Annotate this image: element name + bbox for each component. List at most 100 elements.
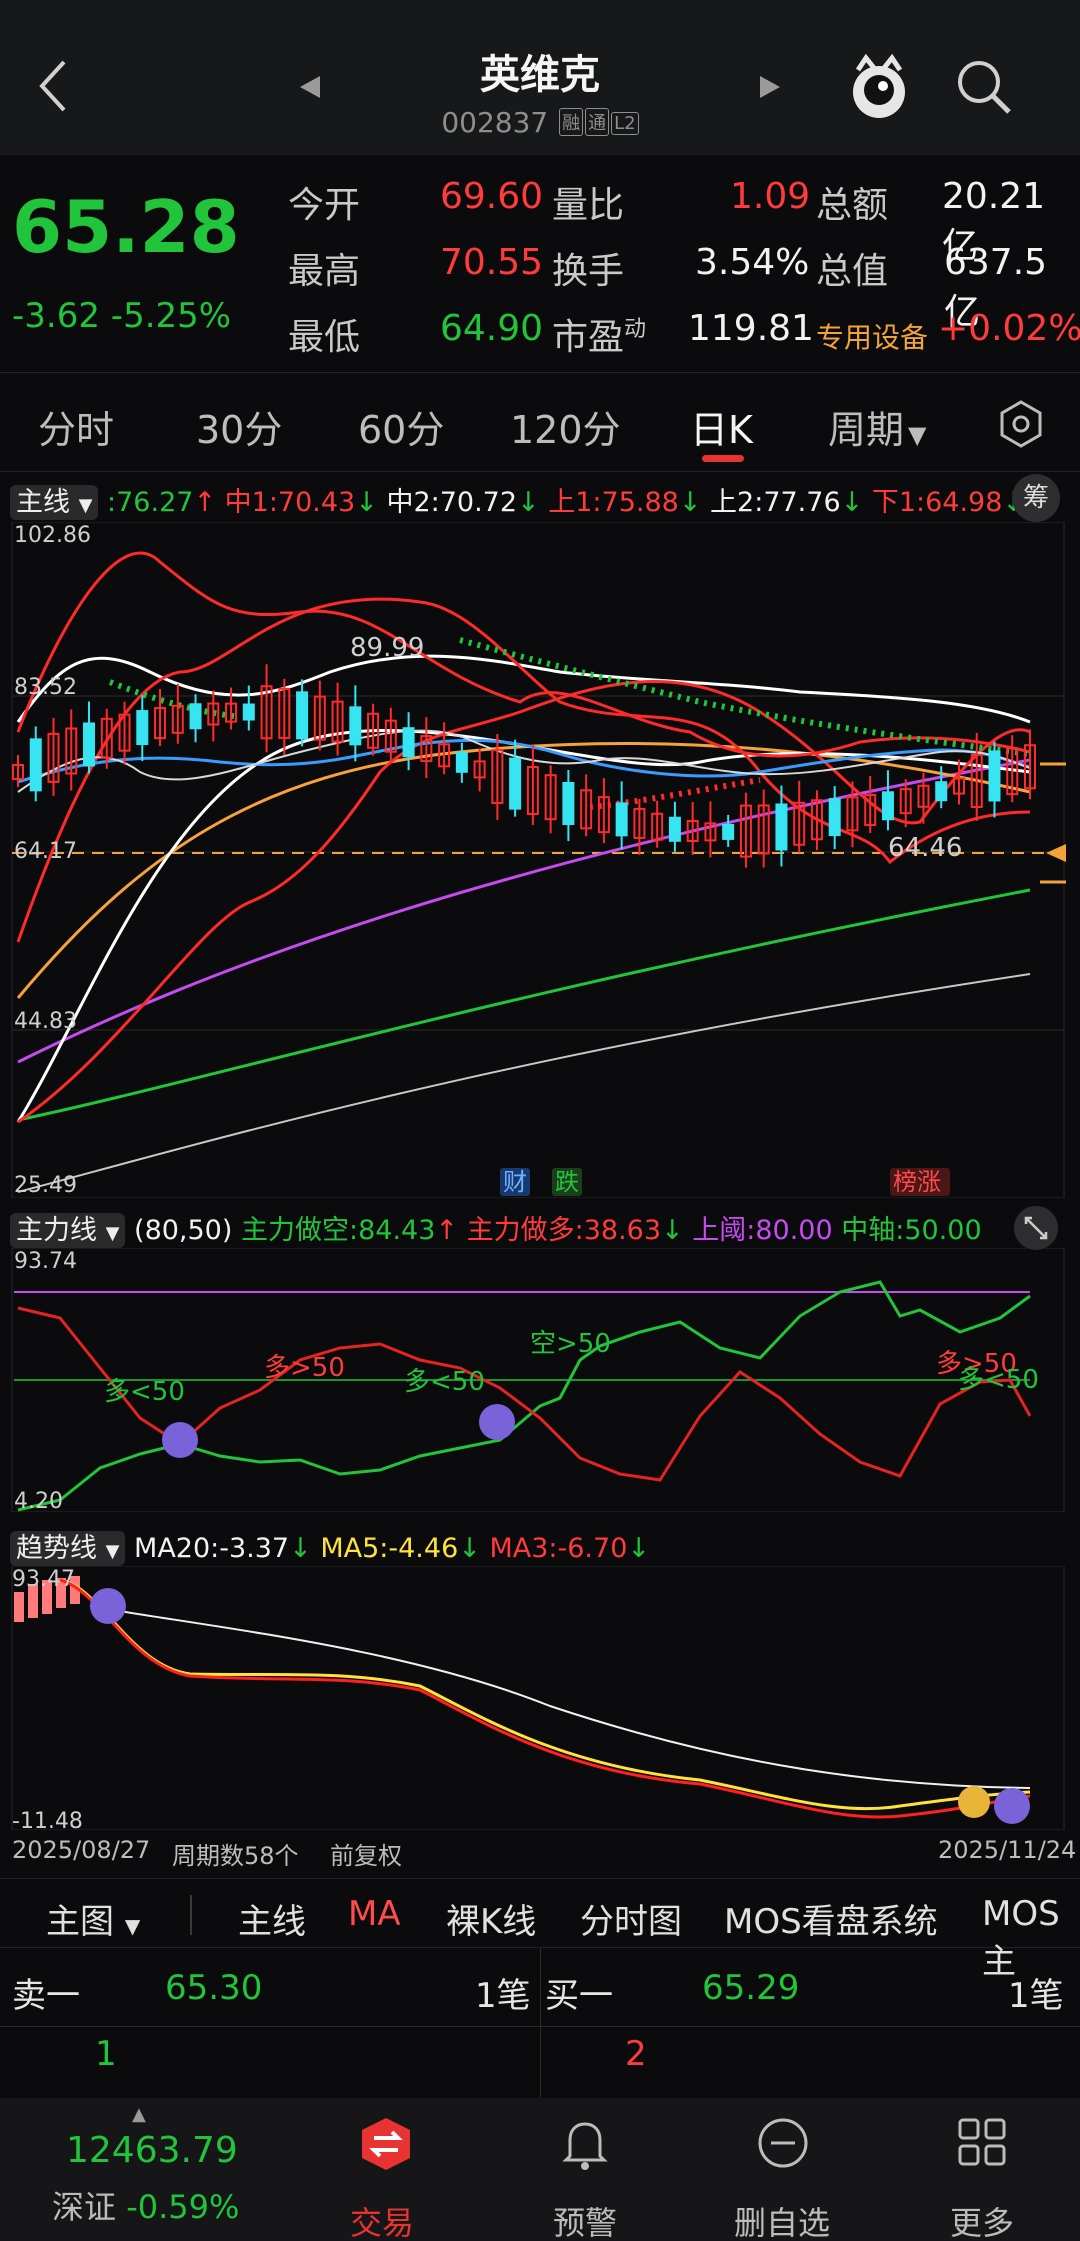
signal-label: 多<50: [104, 1377, 185, 1407]
candle-body: [509, 757, 522, 810]
nav-remove-watchlist[interactable]: 删自选: [734, 2198, 830, 2241]
candle-body: [615, 802, 628, 837]
sub1-params: (80,50): [134, 1215, 233, 1246]
more-icon[interactable]: [956, 2116, 1008, 2168]
trade-icon[interactable]: [360, 2116, 412, 2172]
tab-period[interactable]: 周期 ▼: [828, 399, 926, 454]
event-tag-finance: 财: [503, 1168, 527, 1196]
tab-120min[interactable]: 120分: [510, 399, 621, 454]
label-market-cap: 总值: [816, 251, 889, 292]
order-book: 卖一 65.30 1笔 1 买一 65.29 1笔 2: [0, 1948, 1080, 2098]
price-change: -3.62 -5.25%: [12, 296, 231, 336]
signal-trail-green: [459, 637, 1031, 757]
stock-code: 002837: [441, 106, 549, 139]
nav-more[interactable]: 更多: [950, 2198, 1014, 2241]
sub2-ma5: MA5:-4.46↓: [320, 1533, 481, 1564]
high-price-marker: 89.99: [350, 633, 424, 663]
candle-body: [722, 823, 735, 840]
tab-ma[interactable]: MA: [348, 1894, 401, 1934]
tag-l2: L2: [611, 112, 639, 135]
label-high: 最高: [288, 251, 361, 292]
buy1-price: 65.29: [702, 1968, 800, 2008]
tab-mos-system[interactable]: MOS看盘系统: [724, 1894, 938, 1943]
bell-icon[interactable]: [560, 2116, 610, 2172]
value-volume-ratio: 1.09: [730, 176, 811, 217]
label-turnover-amount: 总额: [816, 185, 889, 226]
event-tag-rank: 榜涨: [893, 1168, 941, 1196]
tab-naked-k[interactable]: 裸K线: [446, 1894, 536, 1943]
candle-body: [668, 816, 681, 842]
y-axis-bottom: 25.49: [14, 1173, 77, 1198]
signal-label: 多<50: [958, 1365, 1039, 1395]
main-chart-select[interactable]: 主图 ▼: [46, 1894, 140, 1943]
sub1-upper: 上阈:80.00: [692, 1215, 833, 1246]
candles-group: [12, 664, 1036, 868]
tag-margin: 融: [559, 108, 584, 136]
main-force-chart[interactable]: 93.74 4.20 多<50 多>50 多<50 空>50 多>50 多<50: [0, 1248, 1080, 1512]
nav-alert[interactable]: 预警: [553, 2198, 617, 2241]
tab-60min[interactable]: 60分: [358, 399, 444, 454]
trend-chart[interactable]: 93.47 -11.48: [0, 1566, 1080, 1830]
label-volume-ratio: 量比: [552, 185, 625, 226]
candlestick-chart[interactable]: 102.86 83.52 64.17 44.83 25.49 89.99 64.…: [0, 522, 1080, 1198]
sub2-indicator-row: 趋势线 ▼ MA20:-3.37↓ MA5:-4.46↓ MA3:-6.70↓: [10, 1526, 650, 1566]
buy1-label: 买一: [545, 1976, 613, 2016]
candle-body: [775, 803, 788, 851]
y-axis-low: 44.83: [14, 1009, 77, 1034]
ma120-line: [17, 888, 1031, 1122]
sub1-indicator-select[interactable]: 主力线 ▼: [10, 1213, 126, 1248]
mascot-icon[interactable]: [848, 54, 910, 120]
candle-body: [296, 691, 309, 740]
sector-change: +0.02%: [938, 308, 1080, 349]
tab-mainline[interactable]: 主线: [238, 1894, 306, 1943]
signal-label: 多<50: [404, 1367, 485, 1397]
mid1-value: 中1:70.43↓: [224, 487, 378, 518]
main-value: :76.27↑: [107, 487, 217, 518]
sector-name[interactable]: 专用设备: [816, 316, 928, 356]
chip-distribution-button[interactable]: 筹: [1012, 474, 1060, 522]
chevron-down-icon: ▼: [105, 1223, 120, 1244]
label-low: 最低: [288, 317, 361, 358]
chevron-down-icon: ▼: [78, 495, 93, 516]
value-open: 69.60: [440, 176, 544, 217]
tab-timeshare[interactable]: 分时图: [580, 1894, 682, 1943]
remove-watchlist-icon[interactable]: [756, 2116, 810, 2170]
sub2-ma3: MA3:-6.70↓: [489, 1533, 650, 1564]
tab-daily-k[interactable]: 日K: [690, 399, 753, 454]
sell1-count: 1笔: [475, 1976, 531, 2016]
buy1-count: 1笔: [1008, 1976, 1064, 2016]
tab-intraday[interactable]: 分时: [38, 399, 114, 454]
period-count: 周期数58个: [172, 1842, 299, 1870]
expand-icon[interactable]: [1012, 1204, 1060, 1252]
index-value[interactable]: 12463.79: [66, 2130, 238, 2171]
tab-30min[interactable]: 30分: [196, 399, 282, 454]
sub2-indicator-select[interactable]: 趋势线 ▼: [10, 1531, 126, 1566]
candle-body: [189, 703, 202, 730]
y-axis-mid: 83.52: [14, 675, 77, 700]
stock-code-line: 002837 融通 L2: [0, 106, 1080, 139]
divider: [190, 1895, 192, 1935]
chevron-up-icon[interactable]: ▲: [132, 2104, 146, 2125]
value-high: 70.55: [440, 242, 544, 283]
nav-trade[interactable]: 交易: [350, 2198, 414, 2241]
active-tab-indicator: [702, 455, 744, 462]
settings-icon[interactable]: [996, 399, 1046, 449]
adjust-mode[interactable]: 前复权: [330, 1836, 402, 1871]
tag-connect: 通: [585, 108, 610, 136]
event-tag-drop: 跌: [555, 1168, 579, 1196]
next-stock-icon[interactable]: [758, 74, 782, 100]
candle-body: [242, 703, 255, 721]
ma3-line: [59, 1578, 1031, 1819]
search-icon[interactable]: [955, 58, 1013, 116]
main-indicator-select[interactable]: 主线 ▼: [10, 485, 99, 520]
low-price-marker: 64.46: [888, 833, 962, 863]
y-axis-top: 102.86: [14, 523, 91, 548]
index-line[interactable]: 深证 -0.59%: [52, 2182, 239, 2228]
sub1-mid: 中轴:50.00: [841, 1215, 982, 1246]
ma20-line: [89, 1605, 1031, 1789]
chevron-down-icon: ▼: [124, 1914, 141, 1938]
value-low: 64.90: [440, 308, 544, 349]
candle-body: [136, 710, 149, 746]
sub1-short: 主力做空:84.43↑: [241, 1215, 459, 1246]
value-turnover-rate: 3.54%: [695, 242, 810, 283]
